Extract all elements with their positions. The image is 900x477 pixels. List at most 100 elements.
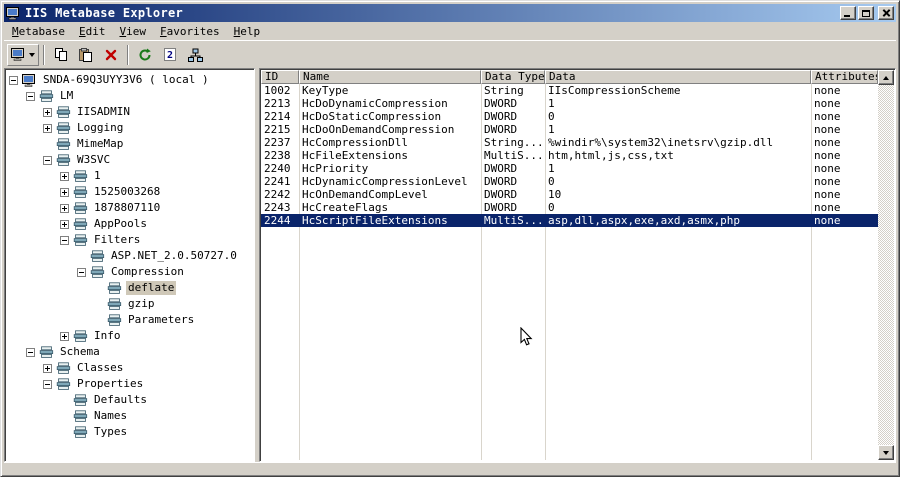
cell-name: HcCreateFlags (302, 201, 389, 214)
column-header-data[interactable]: Data (545, 70, 811, 84)
tree-node-properties[interactable]: Properties (5, 376, 254, 392)
expand-toggle-icon[interactable] (43, 123, 52, 133)
tree-node-schema[interactable]: Schema (5, 344, 254, 360)
refresh-button[interactable] (133, 44, 157, 66)
column-header-id[interactable]: ID (261, 70, 299, 84)
expand-toggle-icon[interactable] (43, 107, 52, 117)
menu-item-view[interactable]: View (112, 23, 153, 40)
tree-node-gzip[interactable]: gzip (5, 296, 254, 312)
computer-icon (22, 73, 37, 87)
table-row-2215[interactable]: 2215 HcDoOnDemandCompression DWORD 1 none (261, 123, 878, 136)
expand-toggle-icon[interactable] (43, 363, 52, 373)
tree-node-classes[interactable]: Classes (5, 360, 254, 376)
table-header: ID Name Data Type Data Attributes (261, 70, 878, 84)
tree-node-label: Parameters (128, 313, 195, 326)
expand-toggle-icon[interactable] (60, 171, 69, 181)
menu-item-metabase[interactable]: Metabase (5, 23, 72, 40)
metabase-key-icon (56, 361, 71, 375)
expand-toggle-icon[interactable] (60, 187, 69, 197)
cell-data: 0 (548, 110, 555, 123)
tree-node-w3svc[interactable]: W3SVC (5, 152, 254, 168)
tree-node-label: Properties (77, 377, 144, 390)
tree-node-logging[interactable]: Logging (5, 120, 254, 136)
paste-button[interactable] (74, 44, 98, 66)
expand-toggle-icon[interactable] (60, 203, 69, 213)
app-icon (6, 6, 22, 20)
title-bar: IIS Metabase Explorer (4, 4, 896, 22)
tree-node-types[interactable]: Types (5, 424, 254, 440)
column-header-attributes[interactable]: Attributes (811, 70, 878, 84)
close-button[interactable] (878, 6, 894, 20)
cell-id: 2242 (264, 188, 291, 201)
tree-node-parameters[interactable]: Parameters (5, 312, 254, 328)
tree-node-label: ASP.NET_2.0.50727.0 (111, 249, 237, 262)
table-row-2240[interactable]: 2240 HcPriority DWORD 1 none (261, 162, 878, 175)
collapse-toggle-icon[interactable] (43, 379, 52, 389)
id-icon: 2 (164, 48, 176, 61)
table-row-2241[interactable]: 2241 HcDynamicCompressionLevel DWORD 0 none (261, 175, 878, 188)
delete-button[interactable] (99, 44, 123, 66)
tree-node-asp-net-2-0-50727-0[interactable]: ASP.NET_2.0.50727.0 (5, 248, 254, 264)
cell-attributes: none (814, 149, 841, 162)
collapse-toggle-icon[interactable] (77, 267, 86, 277)
collapse-toggle-icon[interactable] (26, 91, 35, 101)
collapse-toggle-icon[interactable] (9, 75, 18, 85)
cell-data-type: DWORD (484, 162, 518, 175)
metabase-key-icon (56, 153, 71, 167)
tree-node-1525003268[interactable]: 1525003268 (5, 184, 254, 200)
menu-item-help[interactable]: Help (227, 23, 268, 40)
maximize-button[interactable] (858, 6, 874, 20)
cell-id: 1002 (264, 84, 291, 97)
tree-node-mimemap[interactable]: MimeMap (5, 136, 254, 152)
network-button[interactable] (183, 44, 207, 66)
tree-node-lm[interactable]: LM (5, 88, 254, 104)
table-row-2214[interactable]: 2214 HcDoStaticCompression DWORD 0 none (261, 110, 878, 123)
toolbar-separator (43, 44, 45, 65)
table-row-1002[interactable]: 1002 KeyType String IIsCompressionScheme non… (261, 84, 878, 97)
window-title: IIS Metabase Explorer (25, 6, 184, 20)
menu-item-favorites[interactable]: Favorites (153, 23, 227, 40)
id-display-button[interactable]: 2 (158, 44, 182, 66)
table-row-2213[interactable]: 2213 HcDoDynamicCompression DWORD 1 none (261, 97, 878, 110)
minimize-button[interactable] (840, 6, 856, 20)
tree-node-1[interactable]: 1 (5, 168, 254, 184)
cell-data: 1 (548, 97, 555, 110)
tree-node-label: 1 (94, 169, 101, 182)
scroll-up-button[interactable] (878, 70, 894, 85)
cell-attributes: none (814, 110, 841, 123)
tree-node-apppools[interactable]: AppPools (5, 216, 254, 232)
tree-node-iisadmin[interactable]: IISADMIN (5, 104, 254, 120)
tree-node-snda-69q3uyy3v6-local[interactable]: SNDA-69Q3UYY3V6 ( local ) (5, 72, 254, 88)
column-header-name[interactable]: Name (299, 70, 481, 84)
table-row-2238[interactable]: 2238 HcFileExtensions MultiS... htm,html,js… (261, 149, 878, 162)
collapse-toggle-icon[interactable] (43, 155, 52, 165)
metabase-key-icon (90, 265, 105, 279)
expand-toggle-icon[interactable] (60, 219, 69, 229)
cell-data: htm,html,js,css,txt (548, 149, 674, 162)
table-row-2244[interactable]: 2244 HcScriptFileExtensions MultiS... asp,d… (261, 214, 878, 227)
tree-node-filters[interactable]: Filters (5, 232, 254, 248)
vertical-scrollbar[interactable] (878, 70, 894, 460)
collapse-toggle-icon[interactable] (26, 347, 35, 357)
tree-node-deflate[interactable]: deflate (5, 280, 254, 296)
connect-button[interactable] (7, 43, 39, 66)
menu-item-edit[interactable]: Edit (72, 23, 113, 40)
tree-node-compression[interactable]: Compression (5, 264, 254, 280)
table-row-2242[interactable]: 2242 HcOnDemandCompLevel DWORD 10 none (261, 188, 878, 201)
scroll-down-button[interactable] (878, 445, 894, 460)
metabase-key-icon (39, 89, 54, 103)
collapse-toggle-icon[interactable] (60, 235, 69, 245)
tree-node-defaults[interactable]: Defaults (5, 392, 254, 408)
column-header-data-type[interactable]: Data Type (481, 70, 545, 84)
cell-name: HcPriority (302, 162, 369, 175)
table-row-2237[interactable]: 2237 HcCompressionDll String... %windir%\sy… (261, 136, 878, 149)
tree-node-1878807110[interactable]: 1878807110 (5, 200, 254, 216)
tree-node-names[interactable]: Names (5, 408, 254, 424)
metabase-key-icon (73, 409, 88, 423)
table-row-2243[interactable]: 2243 HcCreateFlags DWORD 0 none (261, 201, 878, 214)
tree-node-info[interactable]: Info (5, 328, 254, 344)
menu-bar: Metabase Edit View Favorites Help (4, 22, 896, 40)
copy-button[interactable] (49, 44, 73, 66)
cell-attributes: none (814, 136, 841, 149)
expand-toggle-icon[interactable] (60, 331, 69, 341)
